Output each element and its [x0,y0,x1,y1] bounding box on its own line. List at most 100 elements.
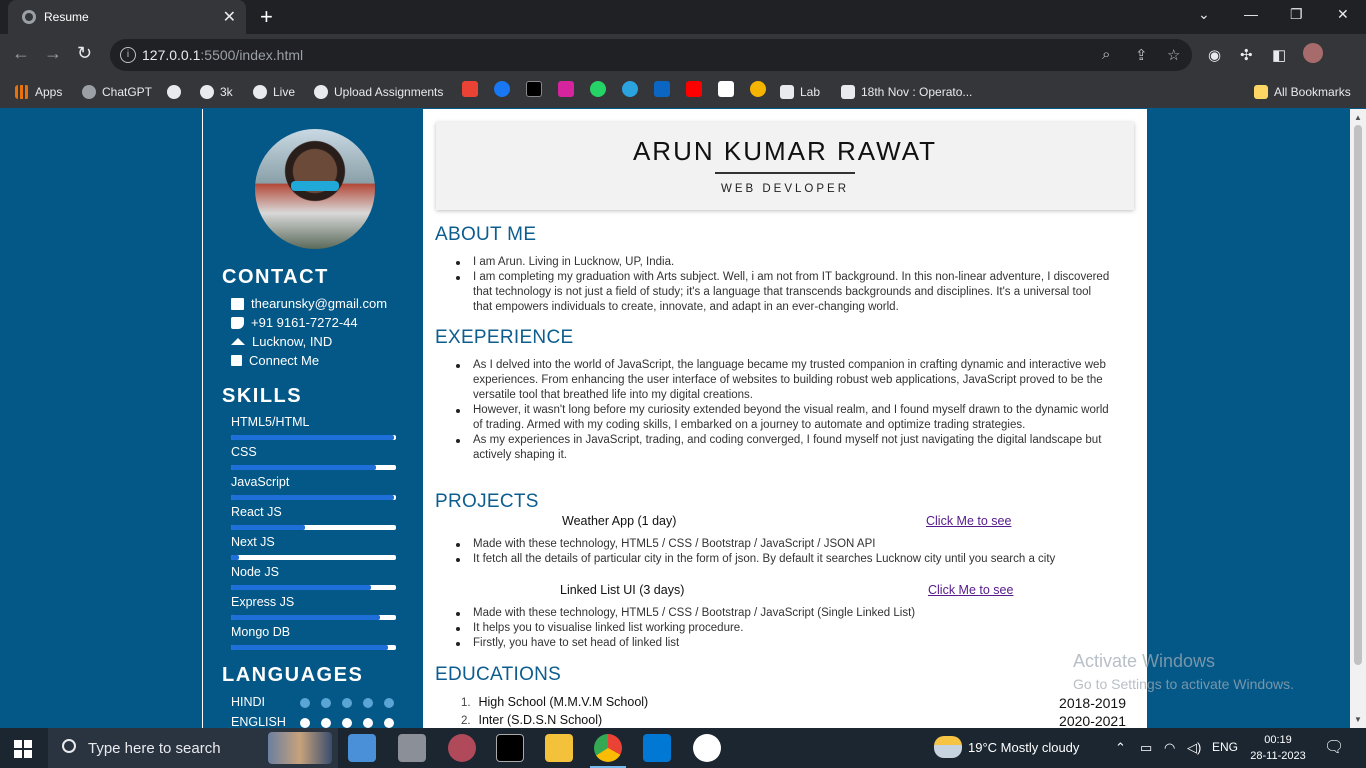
language-label: HINDI [231,695,266,709]
close-tab-icon[interactable]: ✕ [223,7,236,27]
bookmark-label: Apps [35,85,63,99]
terminal-icon[interactable] [496,734,524,762]
folder-icon [1254,85,1268,99]
scrollbar-thumb[interactable] [1354,125,1362,665]
person-role: WEB DEVLOPER [720,183,850,195]
education-year: 2018-2019 [1059,695,1126,711]
all-bookmarks-button[interactable]: All Bookmarks [1254,83,1351,101]
bookmark-live[interactable]: Live [253,83,295,101]
bookmark-github[interactable] [167,83,181,101]
tray-chevron-icon[interactable]: ⌃ [1115,740,1126,756]
scroll-down-icon[interactable]: ▼ [1354,715,1362,724]
projects-title: PROJECTS [435,491,539,512]
language-indicator[interactable]: ENG [1212,740,1238,754]
project-link[interactable]: Click Me to see [928,583,1013,597]
volume-icon[interactable]: ◁) [1187,740,1201,756]
weather-text[interactable]: 19°C Mostly cloudy [968,740,1079,755]
facebook-icon[interactable] [494,81,510,97]
skill-bar-fill [231,555,239,560]
media-icon[interactable]: ◉ [1208,46,1221,64]
language-level-dot [300,698,310,708]
search-highlight-image[interactable] [268,732,332,764]
languages-heading: LANGUAGES [222,664,364,686]
x-icon[interactable] [526,81,542,97]
bookmark-chatgpt[interactable]: ChatGPT [82,83,152,101]
notifications-icon[interactable]: 🗨 [1324,737,1344,757]
skill-bar [231,615,396,620]
share-icon[interactable]: ⇪ [1135,46,1148,64]
paint-icon[interactable] [448,734,476,762]
resume-sidebar: CONTACT thearunsky@gmail.com +91 9161-72… [203,109,423,728]
tab-search-icon[interactable]: ⌄ [1198,6,1210,23]
reload-icon[interactable]: ↻ [77,43,92,64]
browser-toolbar: ← → ↻ i 127.0.0.1:5500/index.html ⌕ ⇪ ☆ … [0,34,1366,76]
weather-icon[interactable] [934,736,962,758]
clock[interactable]: 00:19 28-11-2023 [1248,732,1308,764]
bookmark-label: 18th Nov : Operato... [861,85,973,99]
vscode-icon[interactable] [643,734,671,762]
linkedin-icon[interactable] [654,81,670,97]
side-panel-icon[interactable]: ◧ [1272,46,1286,64]
contact-text: Lucknow, IND [252,334,333,349]
youtube-icon[interactable] [686,81,702,97]
scroll-up-icon[interactable]: ▲ [1354,113,1362,122]
page-scrollbar[interactable]: ▲ ▼ [1350,109,1366,728]
whatsapp-icon[interactable] [590,81,606,97]
control-panel-icon[interactable] [348,734,376,762]
close-window-button[interactable]: ✕ [1337,6,1349,23]
mail-icon [231,297,244,310]
language-level-dot [363,718,373,728]
chrome-icon[interactable] [590,734,626,768]
windows-start-icon[interactable] [14,740,32,758]
telegram-icon[interactable] [622,81,638,97]
new-tab-button[interactable]: + [260,4,273,30]
skill-bar [231,645,396,650]
education-school: Inter (S.D.S.N School) [478,713,603,727]
project-link[interactable]: Click Me to see [926,514,1011,528]
list-item: I am Arun. Living in Lucknow, UP, India. [456,255,1113,270]
bookmark-lab[interactable]: Lab [780,83,820,101]
github-icon [314,85,328,99]
language-level-dot [384,718,394,728]
address-bar[interactable]: i 127.0.0.1:5500/index.html ⌕ ⇪ ☆ [110,39,1192,71]
education-number: 2. [461,715,471,727]
skill-bar [231,585,396,590]
amazon-icon[interactable] [718,81,734,97]
language-level-dot [363,698,373,708]
bookmark-apps[interactable]: Apps [15,83,62,101]
profile-avatar[interactable] [1303,43,1323,63]
bookmark-3k[interactable]: 3k [200,83,233,101]
file-explorer-icon[interactable] [545,734,573,762]
flipkart-icon[interactable] [750,81,766,97]
back-icon[interactable]: ← [12,43,30,64]
experience-list: As I delved into the world of JavaScript… [456,358,1113,463]
web-page: CONTACT thearunsky@gmail.com +91 9161-72… [0,109,1366,728]
calculator-icon[interactable] [398,734,426,762]
bookmark-upload-assignments[interactable]: Upload Assignments [314,83,443,101]
list-item: Firstly, you have to set head of linked … [456,636,1113,651]
bookmark-star-icon[interactable]: ☆ [1167,46,1180,64]
skill-bar-fill [231,495,394,500]
instagram-icon[interactable] [558,81,574,97]
minimize-button[interactable]: — [1244,6,1258,22]
contact-text[interactable]: Connect Me [249,353,319,368]
language-level-dot [342,698,352,708]
gmail-icon[interactable] [462,81,478,97]
contact-linkedin[interactable]: Connect Me [231,353,319,368]
project-points: Made with these technology, HTML5 / CSS … [456,606,1113,651]
skill-bar-fill [231,465,376,470]
url-text[interactable]: 127.0.0.1:5500/index.html [142,47,303,63]
forward-icon[interactable]: → [44,43,62,64]
battery-icon[interactable]: ▭ [1140,740,1152,756]
bookmark-18th-nov[interactable]: 18th Nov : Operato... [841,83,972,101]
mongodb-icon[interactable] [693,734,721,762]
resume-container: CONTACT thearunsky@gmail.com +91 9161-72… [202,109,1147,728]
tab-resume[interactable]: Resume ✕ [8,0,246,34]
resume-main: ARUN KUMAR RAWAT WEB DEVLOPER ABOUT ME I… [423,109,1147,728]
zoom-icon[interactable]: ⌕ [1102,46,1110,63]
extensions-icon[interactable]: ✣ [1240,46,1253,64]
wifi-icon[interactable]: ◠ [1164,740,1175,756]
restore-button[interactable]: ❐ [1290,6,1303,23]
site-info-icon[interactable]: i [120,47,136,63]
project-name: Linked List UI (3 days) [560,583,685,597]
